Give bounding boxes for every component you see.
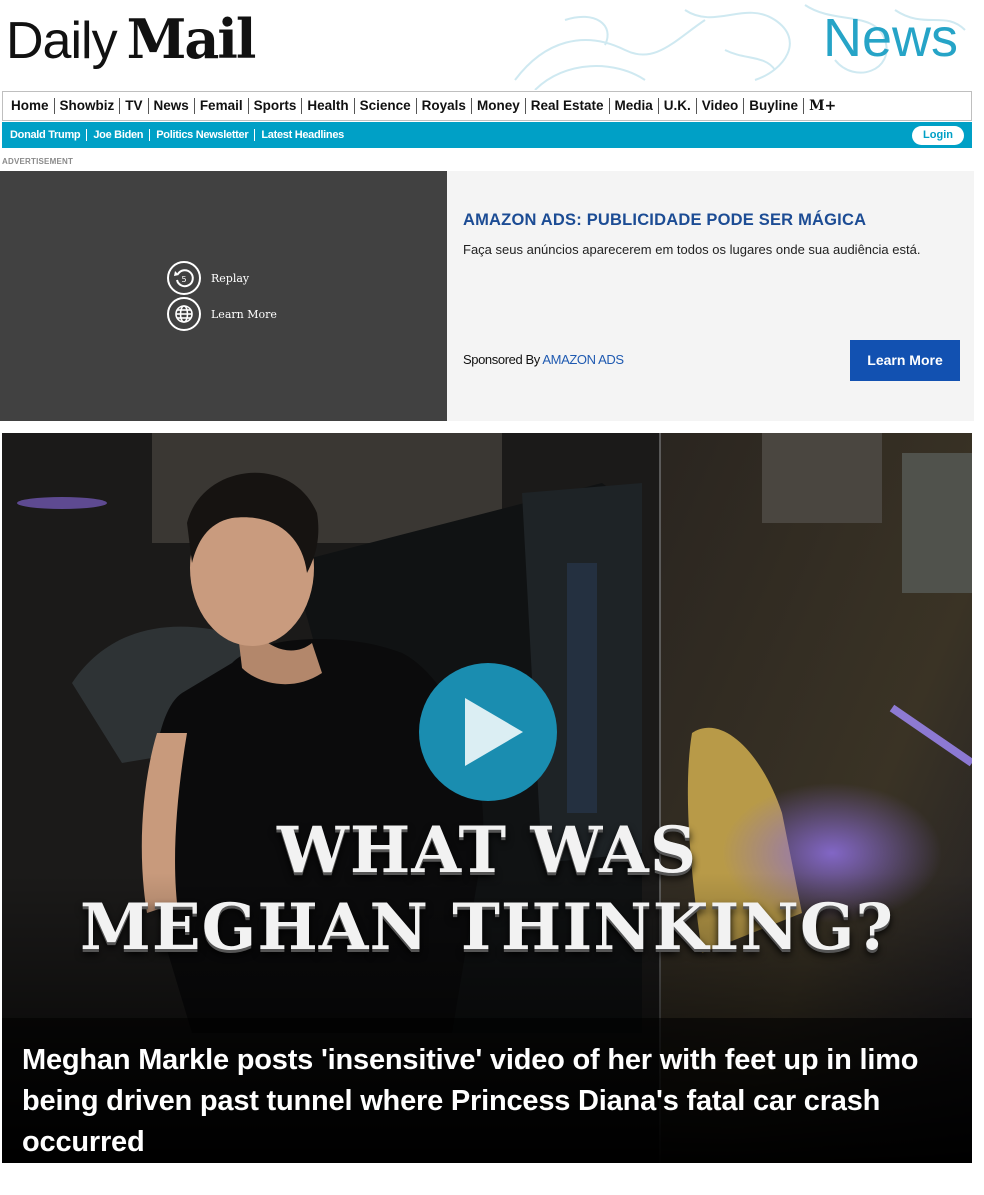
replay-label: Replay: [211, 271, 250, 285]
subnav-item-joe-biden[interactable]: Joe Biden: [87, 129, 151, 141]
nav-item-showbiz[interactable]: Showbiz: [55, 98, 121, 114]
advertisement-label: ADVERTISEMENT: [2, 157, 74, 166]
nav-item-science[interactable]: Science: [355, 98, 417, 114]
sponsor-link[interactable]: AMAZON ADS: [542, 352, 624, 367]
site-logo[interactable]: Daily Mail: [6, 4, 257, 74]
nav-item-femail[interactable]: Femail: [195, 98, 249, 114]
ad-learn-more-button[interactable]: Learn More: [850, 340, 960, 381]
nav-item-uk[interactable]: U.K.: [659, 98, 697, 114]
article-headline[interactable]: Meghan Markle posts 'insensitive' video …: [22, 1040, 962, 1163]
nav-item-buyline[interactable]: Buyline: [744, 98, 805, 114]
channel-title[interactable]: News: [823, 6, 958, 70]
subnav-item-politics-newsletter[interactable]: Politics Newsletter: [150, 129, 256, 141]
advertisement: 5 Replay Learn More AMAZON ADS: PUBLICID…: [0, 171, 974, 421]
primary-nav: Home Showbiz TV News Femail Sports Healt…: [2, 91, 972, 121]
ad-replay-control[interactable]: 5 Replay: [167, 261, 249, 295]
svg-text:5: 5: [181, 275, 186, 284]
subnav-item-latest-headlines[interactable]: Latest Headlines: [255, 129, 350, 141]
nav-item-real-estate[interactable]: Real Estate: [526, 98, 610, 114]
nav-item-news[interactable]: News: [149, 98, 195, 114]
video-overlay-line1: WHAT WAS: [276, 813, 698, 888]
masthead: Daily Mail News: [0, 0, 974, 90]
login-button[interactable]: Login: [912, 126, 964, 145]
video-overlay-line2: MEGHAN THINKING?: [80, 890, 894, 965]
secondary-nav: Donald Trump Joe Biden Politics Newslett…: [2, 122, 972, 148]
replay-icon: 5: [167, 261, 201, 295]
learn-more-label: Learn More: [211, 307, 277, 321]
nav-item-tv[interactable]: TV: [120, 98, 149, 114]
ad-body: Faça seus anúncios aparecerem em todos o…: [463, 242, 921, 257]
ad-title[interactable]: AMAZON ADS: PUBLICIDADE PODE SER MÁGICA: [463, 211, 866, 230]
nav-item-money[interactable]: Money: [472, 98, 526, 114]
ad-learn-more-control[interactable]: Learn More: [167, 297, 277, 331]
subnav-item-donald-trump[interactable]: Donald Trump: [8, 129, 88, 141]
play-button[interactable]: [419, 663, 557, 801]
nav-item-video[interactable]: Video: [697, 98, 745, 114]
globe-icon: [167, 297, 201, 331]
play-icon: [465, 698, 523, 766]
ad-video-player[interactable]: 5 Replay Learn More: [0, 171, 447, 421]
hero-video-article[interactable]: WHAT WAS MEGHAN THINKING? Meghan Markle …: [2, 433, 972, 1163]
nav-item-sports[interactable]: Sports: [249, 98, 303, 114]
nav-item-home[interactable]: Home: [9, 98, 55, 114]
nav-item-royals[interactable]: Royals: [417, 98, 472, 114]
logo-daily: Daily: [6, 12, 118, 70]
sponsored-by-label: Sponsored By: [463, 352, 540, 367]
nav-item-health[interactable]: Health: [302, 98, 355, 114]
nav-item-mail-plus[interactable]: M+: [804, 98, 841, 114]
nav-item-media[interactable]: Media: [610, 98, 659, 114]
logo-mail: Mail: [126, 7, 257, 71]
ad-sponsor-line: Sponsored By AMAZON ADS: [463, 352, 624, 367]
